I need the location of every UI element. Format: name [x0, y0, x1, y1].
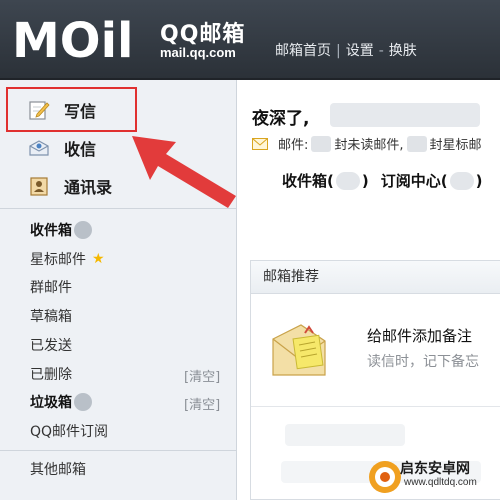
nav-mail-home[interactable]: 邮箱首页 [275, 40, 331, 60]
other-mailboxes-label: 其他邮箱 [30, 462, 86, 478]
star-count-blur [406, 135, 427, 152]
folder-subscriptions-label: QQ邮件订阅 [30, 424, 109, 440]
envelope-icon [252, 137, 268, 150]
folder-starred[interactable]: 星标邮件 ★ [30, 249, 105, 269]
svg-text:MOil: MOil [12, 13, 133, 68]
folder-starred-label: 星标邮件 [30, 252, 86, 268]
inbox-receive-icon [28, 137, 50, 159]
recommend-subtitle: 读信时，记下备忘 [367, 354, 479, 370]
contacts-button[interactable]: 通讯录 [28, 172, 112, 200]
recommend-divider [251, 406, 500, 407]
greeting-text: 夜深了, [252, 109, 310, 129]
folder-group-mail[interactable]: 群邮件 [30, 277, 72, 297]
receive-mail-button[interactable]: 收信 [28, 134, 96, 162]
spam-count-blur [74, 393, 92, 411]
nav-separator: - [378, 43, 384, 59]
watermark-url: www.qdltdq.com [404, 477, 477, 488]
nav-separator: | [336, 43, 341, 59]
top-header: MOil QQ邮箱 mail.qq.com 邮箱首页 | 设置 - 换肤 [0, 0, 500, 78]
recommend-title[interactable]: 给邮件添加备注 [367, 325, 472, 346]
qq-mail-logo[interactable]: MOil [12, 10, 157, 68]
sidebar-divider [0, 450, 236, 451]
clear-spam-link[interactable]: [清空] [184, 394, 220, 413]
contacts-icon [28, 175, 50, 197]
mail-note-icon [272, 324, 326, 376]
username-blur [330, 103, 480, 127]
star-icon: ★ [92, 251, 105, 267]
nav-settings[interactable]: 设置 [346, 40, 374, 60]
recommend-header: 邮箱推荐 [251, 261, 500, 294]
inbox-count-blur [74, 221, 92, 239]
faint-item-blur [285, 424, 405, 446]
folder-deleted-label: 已删除 [30, 367, 72, 383]
folder-group-label: 群邮件 [30, 280, 72, 296]
inbox-link-count-blur [335, 171, 360, 190]
subscribe-count-blur [449, 171, 474, 190]
watermark-name: 启东安卓网 [400, 461, 470, 477]
receive-mail-label: 收信 [64, 140, 97, 159]
top-nav: 邮箱首页 | 设置 - 换肤 [275, 40, 417, 60]
other-mailboxes[interactable]: 其他邮箱 [30, 459, 86, 479]
clear-deleted-link[interactable]: [清空] [184, 366, 220, 385]
brand-url: mail.qq.com [160, 45, 236, 60]
folder-sent-label: 已发送 [30, 338, 72, 354]
quick-links: 收件箱() 订阅中心() [282, 170, 482, 191]
mail-summary: 邮件: 封未读邮件, 封星标邮 [252, 134, 482, 153]
folder-sent[interactable]: 已发送 [30, 335, 72, 355]
folder-deleted[interactable]: 已删除 [30, 364, 72, 384]
inbox-link-close: ) [361, 171, 369, 190]
unread-count-blur [311, 135, 332, 152]
annotation-arrow-icon [132, 136, 236, 208]
brand-name: QQ邮箱 [160, 22, 246, 47]
contacts-label: 通讯录 [64, 178, 113, 197]
compose-highlight-box [6, 87, 137, 132]
nav-skin[interactable]: 换肤 [389, 40, 417, 60]
folder-spam[interactable]: 垃圾箱 [30, 392, 92, 412]
mail-prefix: 邮件: [278, 138, 309, 153]
star-text[interactable]: 封星标邮 [430, 134, 482, 153]
folder-spam-label: 垃圾箱 [30, 395, 72, 411]
inbox-link[interactable]: 收件箱( [282, 170, 334, 191]
subscribe-center-link[interactable]: 订阅中心( [381, 170, 448, 191]
subscribe-close: ) [475, 171, 483, 190]
folder-subscriptions[interactable]: QQ邮件订阅 [30, 421, 108, 441]
unread-text[interactable]: 封未读邮件, [334, 134, 403, 153]
folder-inbox[interactable]: 收件箱 [30, 220, 92, 240]
folder-inbox-label: 收件箱 [30, 223, 72, 239]
folder-drafts-label: 草稿箱 [30, 309, 72, 325]
folder-drafts[interactable]: 草稿箱 [30, 306, 72, 326]
